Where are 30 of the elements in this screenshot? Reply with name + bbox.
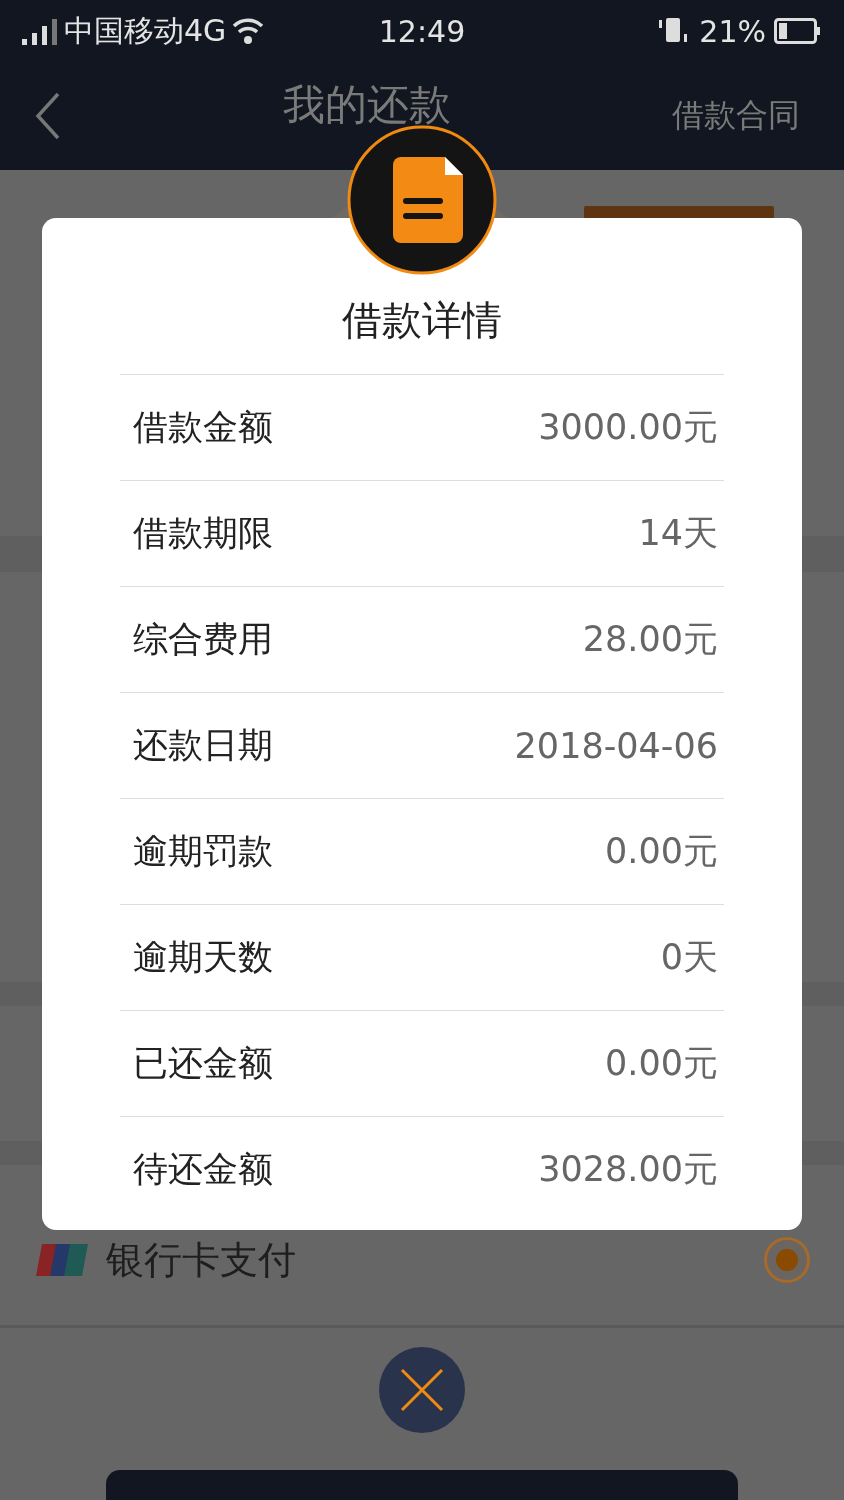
- detail-label: 借款期限: [133, 512, 273, 555]
- dialog-title: 借款详情: [341, 296, 503, 345]
- detail-value: 2018-04-06: [514, 725, 718, 766]
- detail-value: 0.00元: [605, 830, 718, 873]
- detail-value: 3028.00元: [538, 1148, 718, 1191]
- detail-label: 待还金额: [133, 1148, 273, 1191]
- back-icon[interactable]: [34, 91, 62, 141]
- detail-value: 14天: [638, 512, 718, 555]
- card-logo-icon: [36, 1242, 90, 1278]
- detail-label: 综合费用: [133, 618, 273, 661]
- radio-button[interactable]: [764, 1237, 810, 1283]
- detail-label: 逾期罚款: [133, 830, 273, 873]
- detail-value: 0.00元: [605, 1042, 718, 1085]
- page-title: 我的还款: [282, 80, 452, 130]
- detail-label: 逾期天数: [133, 936, 273, 979]
- detail-value: 0天: [660, 936, 718, 979]
- battery-icon: [774, 17, 822, 45]
- contract-link[interactable]: 借款合同: [672, 94, 800, 138]
- signal-icon: [22, 17, 58, 45]
- detail-label: 借款金额: [133, 406, 273, 449]
- status-time: 12:49: [378, 13, 466, 49]
- detail-value: 28.00元: [582, 618, 718, 661]
- detail-label: 还款日期: [133, 724, 273, 767]
- payment-label: 银行卡支付: [106, 1236, 297, 1284]
- battery-percent: 21%: [699, 13, 766, 49]
- wifi-icon: [232, 17, 265, 45]
- detail-value: 3000.00元: [538, 406, 718, 449]
- detail-label: 已还金额: [133, 1042, 273, 1085]
- carrier-name: 中国移动4G: [64, 11, 227, 50]
- close-icon: [400, 1368, 444, 1412]
